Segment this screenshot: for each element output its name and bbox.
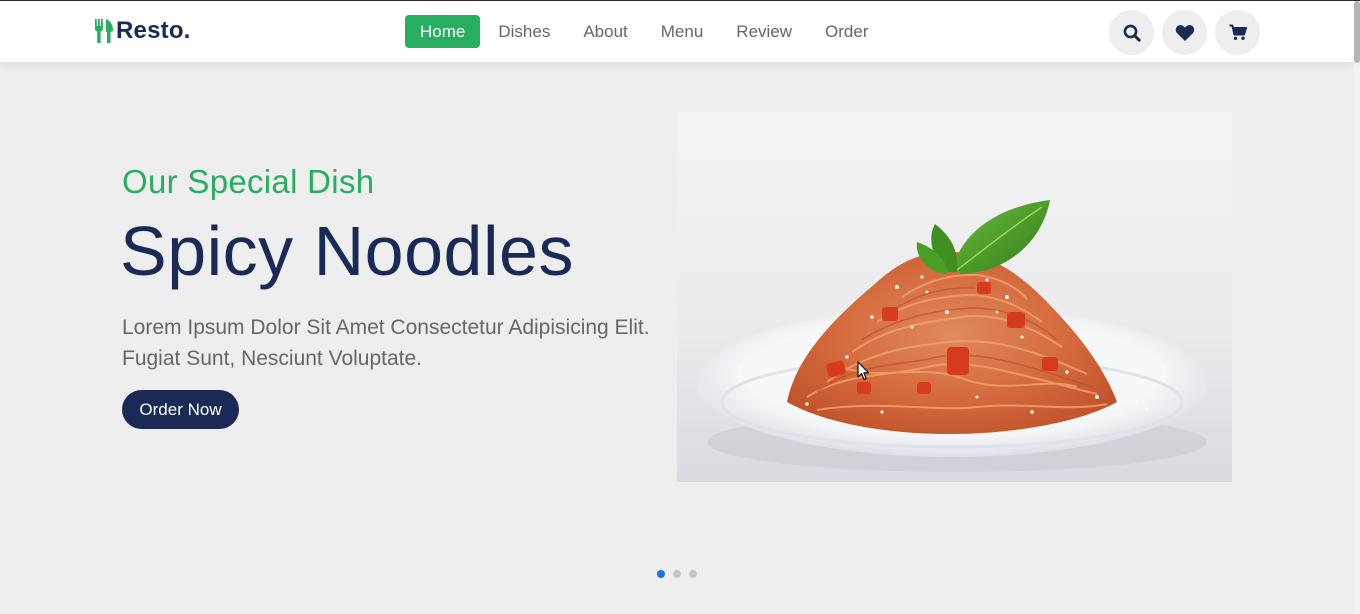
nav-home[interactable]: Home — [405, 15, 481, 48]
header-icons — [1109, 10, 1268, 55]
scrollbar-thumb[interactable] — [1354, 1, 1360, 63]
cart-button[interactable] — [1215, 10, 1260, 55]
nav-dishes[interactable]: Dishes — [483, 15, 565, 48]
utensils-icon — [95, 19, 113, 43]
hero-title: Spicy Noodles — [120, 212, 574, 290]
nav-about[interactable]: About — [568, 15, 642, 48]
slider-dot-2[interactable] — [673, 570, 681, 578]
logo[interactable]: Resto. — [94, 17, 191, 45]
search-button[interactable] — [1109, 10, 1154, 55]
hero-subtitle: Our Special Dish — [122, 163, 375, 200]
wishlist-button[interactable] — [1162, 10, 1207, 55]
brand-name: Resto. — [116, 17, 191, 44]
slider-dot-1[interactable] — [657, 570, 665, 578]
order-now-button[interactable]: Order Now — [122, 390, 239, 429]
mouse-cursor-icon — [857, 361, 870, 381]
heart-icon — [1175, 24, 1194, 41]
cart-icon — [1229, 24, 1247, 40]
header: Resto. Home Dishes About Menu Review Ord… — [0, 1, 1354, 62]
spaghetti-plate-image — [677, 112, 1232, 482]
main-nav: Home Dishes About Menu Review Order — [405, 15, 887, 48]
slider-pagination — [657, 570, 705, 578]
search-icon — [1123, 24, 1141, 42]
page: Resto. Home Dishes About Menu Review Ord… — [0, 0, 1360, 614]
slider-dot-3[interactable] — [689, 570, 697, 578]
hero-description: Lorem Ipsum Dolor Sit Amet Consectetur A… — [122, 316, 650, 370]
nav-review[interactable]: Review — [721, 15, 807, 48]
nav-menu[interactable]: Menu — [646, 15, 719, 48]
nav-order[interactable]: Order — [810, 15, 883, 48]
page-scrollbar[interactable] — [1354, 1, 1360, 614]
